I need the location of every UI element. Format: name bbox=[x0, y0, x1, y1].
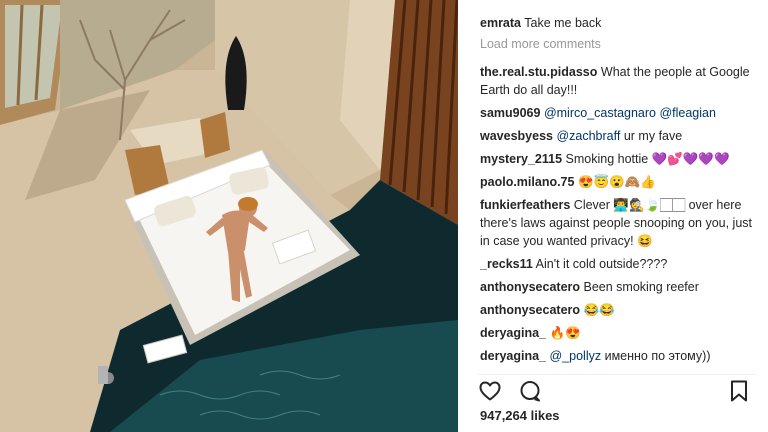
action-bar bbox=[478, 374, 756, 407]
comment-mention[interactable]: @zachbraff bbox=[556, 129, 620, 143]
comment-item: funkierfeathers Clever 👨‍💻🕵️🍃🏻🏻 over her… bbox=[480, 196, 760, 250]
likes-label: likes bbox=[530, 408, 560, 423]
comment-emoji: 😍😇😮🙈👍 bbox=[577, 175, 656, 189]
comments-list: emrata Take me back Load more comments t… bbox=[480, 14, 760, 370]
comment-icon[interactable] bbox=[518, 379, 542, 408]
comment-item: paolo.milano.75 😍😇😮🙈👍 bbox=[480, 173, 760, 191]
comment-text: Take me back bbox=[524, 16, 602, 30]
comment-username[interactable]: emrata bbox=[480, 16, 521, 30]
comment-username[interactable]: deryagina_ bbox=[480, 349, 546, 363]
load-more-comments-link[interactable]: Load more comments bbox=[480, 37, 760, 51]
comment-emoji: 💜💕💜💜💜 bbox=[651, 152, 730, 166]
heart-icon[interactable] bbox=[478, 379, 502, 408]
comment-emoji: 😆 bbox=[637, 234, 653, 248]
comment-item: wavesbyess @zachbraff ur my fave bbox=[480, 127, 760, 145]
comment-username[interactable]: anthonysecatero bbox=[480, 303, 580, 317]
comment-text: Been smoking reefer bbox=[583, 280, 699, 294]
post-photo[interactable] bbox=[0, 0, 458, 432]
comment-mention[interactable]: @_pollyz bbox=[550, 349, 602, 363]
comment-emoji: 🔥😍 bbox=[549, 326, 581, 340]
comment-mention[interactable]: @mirco_castagnaro @fleagian bbox=[544, 106, 716, 120]
comment-username[interactable]: anthonysecatero bbox=[480, 280, 580, 294]
post-side-panel: emrata Take me back Load more comments t… bbox=[458, 0, 768, 432]
comment-text: ur my fave bbox=[623, 129, 683, 143]
likes-count[interactable]: 947,264 likes bbox=[480, 408, 560, 423]
comment-text: Ain't it cold outside???? bbox=[535, 257, 668, 271]
comment-emoji: 👨‍💻🕵️🍃🏻🏻 bbox=[613, 198, 686, 212]
likes-number: 947,264 bbox=[480, 408, 527, 423]
comment-item: anthonysecatero Been smoking reefer bbox=[480, 278, 760, 296]
comment-item: the.real.stu.pidasso What the people at … bbox=[480, 63, 760, 99]
comment-username[interactable]: samu9069 bbox=[480, 106, 540, 120]
bookmark-icon[interactable] bbox=[728, 379, 750, 408]
comment-username[interactable]: mystery_2115 bbox=[480, 152, 562, 166]
comment-username[interactable]: wavesbyess bbox=[480, 129, 553, 143]
comment-text: Clever bbox=[573, 198, 610, 212]
rooftop-pool-scene bbox=[0, 0, 458, 432]
comment-item: deryagina_ @_pollyz именно по этому)) bbox=[480, 347, 760, 365]
comment-item: samu9069 @mirco_castagnaro @fleagian bbox=[480, 104, 760, 122]
comment-username[interactable]: paolo.milano.75 bbox=[480, 175, 574, 189]
comment-text: именно по этому)) bbox=[604, 349, 711, 363]
comment-text: Smoking hottie bbox=[565, 152, 649, 166]
comment-username[interactable]: deryagina_ bbox=[480, 326, 546, 340]
comment-item: anthonysecatero 😂😂 bbox=[480, 301, 760, 319]
comment-username[interactable]: the.real.stu.pidasso bbox=[480, 65, 597, 79]
comment-emoji: 😂😂 bbox=[583, 303, 615, 317]
comment-item: _recks11 Ain't it cold outside???? bbox=[480, 255, 760, 273]
comment-username[interactable]: _recks11 bbox=[480, 257, 533, 271]
comment-username[interactable]: funkierfeathers bbox=[480, 198, 570, 212]
comment-item: deryagina_ 🔥😍 bbox=[480, 324, 760, 342]
caption: emrata Take me back bbox=[480, 14, 760, 32]
comment-item: mystery_2115 Smoking hottie 💜💕💜💜💜 bbox=[480, 150, 760, 168]
